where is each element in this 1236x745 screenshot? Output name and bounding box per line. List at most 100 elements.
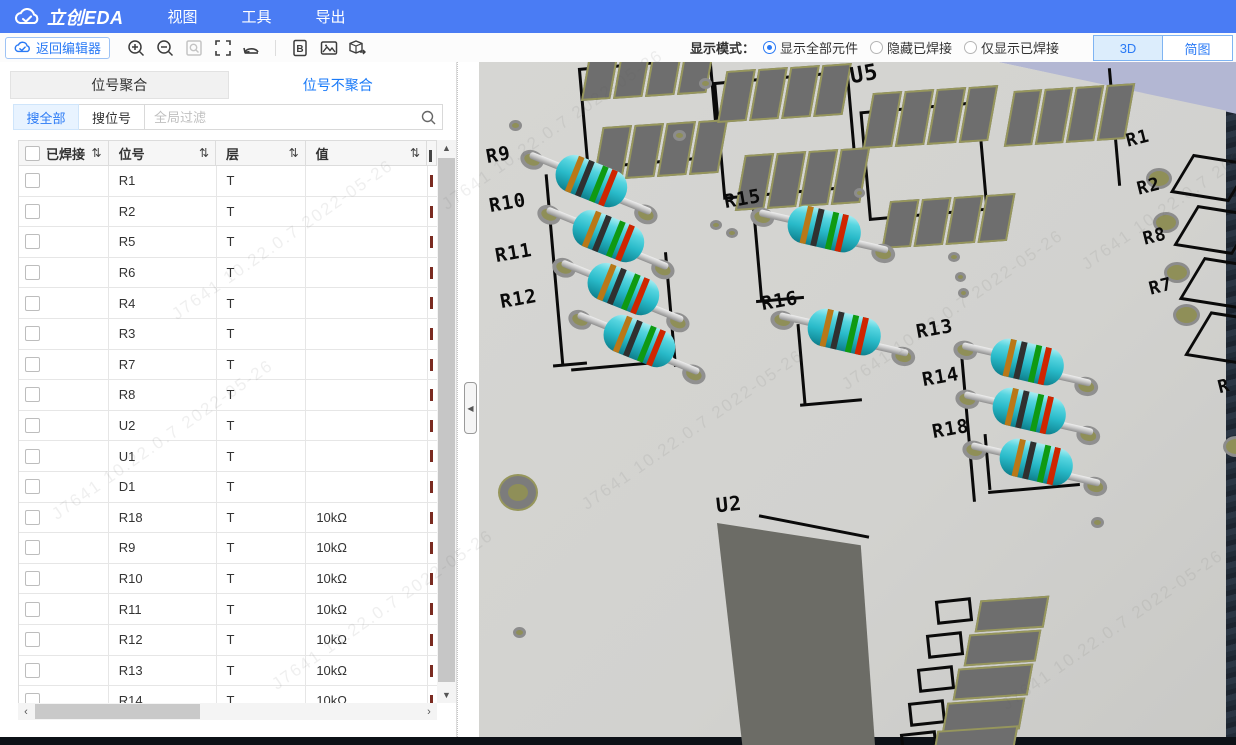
cloud-icon <box>14 41 31 54</box>
cell-designator: R8 <box>108 380 216 410</box>
radio-hide-soldered[interactable]: 隐藏已焊接 <box>870 38 952 57</box>
export-image-icon[interactable] <box>319 38 338 57</box>
scroll-down-icon[interactable]: ▼ <box>437 687 456 703</box>
table-row[interactable]: R1T <box>19 166 437 197</box>
cell-clipped <box>427 533 437 563</box>
zoom-region-icon[interactable] <box>184 38 203 57</box>
table-row[interactable]: R18T10kΩ <box>19 503 437 534</box>
scroll-right-icon[interactable]: › <box>421 703 437 720</box>
through-hole-pad <box>513 627 526 638</box>
search-all-button[interactable]: 搜全部 <box>13 104 79 130</box>
row-checkbox[interactable] <box>25 540 40 555</box>
table-row[interactable]: R14T10kΩ <box>19 686 437 703</box>
table-row[interactable]: R11T10kΩ <box>19 594 437 625</box>
row-checkbox[interactable] <box>25 418 40 433</box>
cell-clipped <box>427 166 437 196</box>
row-checkbox[interactable] <box>25 357 40 372</box>
row-checkbox[interactable] <box>25 479 40 494</box>
table-row[interactable]: R8T <box>19 380 437 411</box>
sort-icon[interactable]: ⇅ <box>289 146 299 160</box>
row-checkbox[interactable] <box>25 296 40 311</box>
zoom-in-icon[interactable] <box>126 38 145 57</box>
rotate-view-icon[interactable] <box>242 38 261 57</box>
cell-clipped <box>427 411 437 441</box>
row-checkbox[interactable] <box>25 449 40 464</box>
filter-box <box>145 104 443 130</box>
table-row[interactable]: R9T10kΩ <box>19 533 437 564</box>
cell-clipped <box>427 227 437 257</box>
export-3d-icon[interactable] <box>348 38 367 57</box>
hscroll-thumb[interactable] <box>35 704 200 719</box>
cell-value <box>305 227 427 257</box>
search-icon[interactable] <box>421 110 436 125</box>
tab-designator-ungrouped[interactable]: 位号不聚合 <box>229 71 448 99</box>
silkscreen-pin-outline <box>908 699 946 727</box>
cell-layer: T <box>216 594 306 624</box>
menu-view[interactable]: 视图 <box>168 6 198 27</box>
through-hole-pad <box>673 130 686 141</box>
sort-icon[interactable]: ⇅ <box>199 146 209 160</box>
table-row[interactable]: R6T <box>19 258 437 289</box>
search-row: 搜全部 搜位号 <box>13 104 443 130</box>
row-checkbox[interactable] <box>25 326 40 341</box>
vscroll-thumb[interactable] <box>438 158 455 682</box>
radio-show-all[interactable]: 显示全部元件 <box>763 38 858 57</box>
cell-clipped <box>427 380 437 410</box>
row-checkbox[interactable] <box>25 602 40 617</box>
table-row[interactable]: R13T10kΩ <box>19 656 437 687</box>
cell-clipped <box>427 686 437 703</box>
table-row[interactable]: R10T10kΩ <box>19 564 437 595</box>
select-all-checkbox[interactable] <box>25 146 40 161</box>
table-row[interactable]: R5T <box>19 227 437 258</box>
cell-designator: U1 <box>108 441 216 471</box>
col-value: 值 <box>316 144 329 163</box>
vertical-scrollbar[interactable]: ▲ ▼ <box>437 140 456 703</box>
row-checkbox[interactable] <box>25 265 40 280</box>
row-checkbox[interactable] <box>25 663 40 678</box>
table-row[interactable]: R12T10kΩ <box>19 625 437 656</box>
tab-designator-grouped[interactable]: 位号聚合 <box>10 71 229 99</box>
resistor-band <box>1013 341 1027 379</box>
row-checkbox[interactable] <box>25 632 40 647</box>
panel-tabs: 位号聚合 位号不聚合 <box>10 71 447 99</box>
row-checkbox[interactable] <box>25 387 40 402</box>
cell-designator: R11 <box>108 594 216 624</box>
back-to-editor-button[interactable]: 返回编辑器 <box>5 37 110 59</box>
table-row[interactable]: U1T <box>19 441 437 472</box>
table-row[interactable]: R2T <box>19 197 437 228</box>
menu-export[interactable]: 导出 <box>316 6 346 27</box>
sort-icon[interactable]: ⇅ <box>410 146 420 160</box>
global-filter-input[interactable] <box>145 105 442 129</box>
app-logo[interactable]: 立创EDA <box>14 4 124 30</box>
cell-layer: T <box>216 564 306 594</box>
panel-collapse-handle[interactable]: ◀ <box>464 382 477 434</box>
row-checkbox[interactable] <box>25 173 40 188</box>
menu-tools[interactable]: 工具 <box>242 6 272 27</box>
row-checkbox[interactable] <box>25 571 40 586</box>
view-schematic-button[interactable]: 简图 <box>1163 35 1233 61</box>
row-checkbox[interactable] <box>25 234 40 249</box>
table-row[interactable]: D1T <box>19 472 437 503</box>
fit-view-icon[interactable] <box>213 38 232 57</box>
row-checkbox[interactable] <box>25 510 40 525</box>
radio-only-soldered[interactable]: 仅显示已焊接 <box>964 38 1059 57</box>
row-checkbox[interactable] <box>25 693 40 703</box>
cell-layer: T <box>216 656 306 686</box>
scroll-up-icon[interactable]: ▲ <box>437 140 456 156</box>
zoom-out-icon[interactable] <box>155 38 174 57</box>
table-row[interactable]: R4T <box>19 288 437 319</box>
search-designator-button[interactable]: 搜位号 <box>79 104 145 130</box>
sort-icon[interactable]: ⇅ <box>92 146 102 160</box>
u2-ic-body <box>717 523 875 745</box>
cell-value: 10kΩ <box>305 533 427 563</box>
horizontal-scrollbar[interactable]: ‹ › <box>18 703 437 720</box>
table-row[interactable]: R3T <box>19 319 437 350</box>
view-3d-button[interactable]: 3D <box>1093 35 1163 61</box>
pcb-3d-viewport[interactable]: ◀ U5R9R10R11R12R15R16R13R14R18R1R2R8R7U2… <box>457 62 1236 745</box>
row-checkbox[interactable] <box>25 204 40 219</box>
table-row[interactable]: U2T <box>19 411 437 442</box>
scroll-left-icon[interactable]: ‹ <box>18 703 34 720</box>
bom-document-icon[interactable]: B <box>290 38 309 57</box>
table-row[interactable]: R7T <box>19 350 437 381</box>
bottom-edge <box>0 737 1236 745</box>
